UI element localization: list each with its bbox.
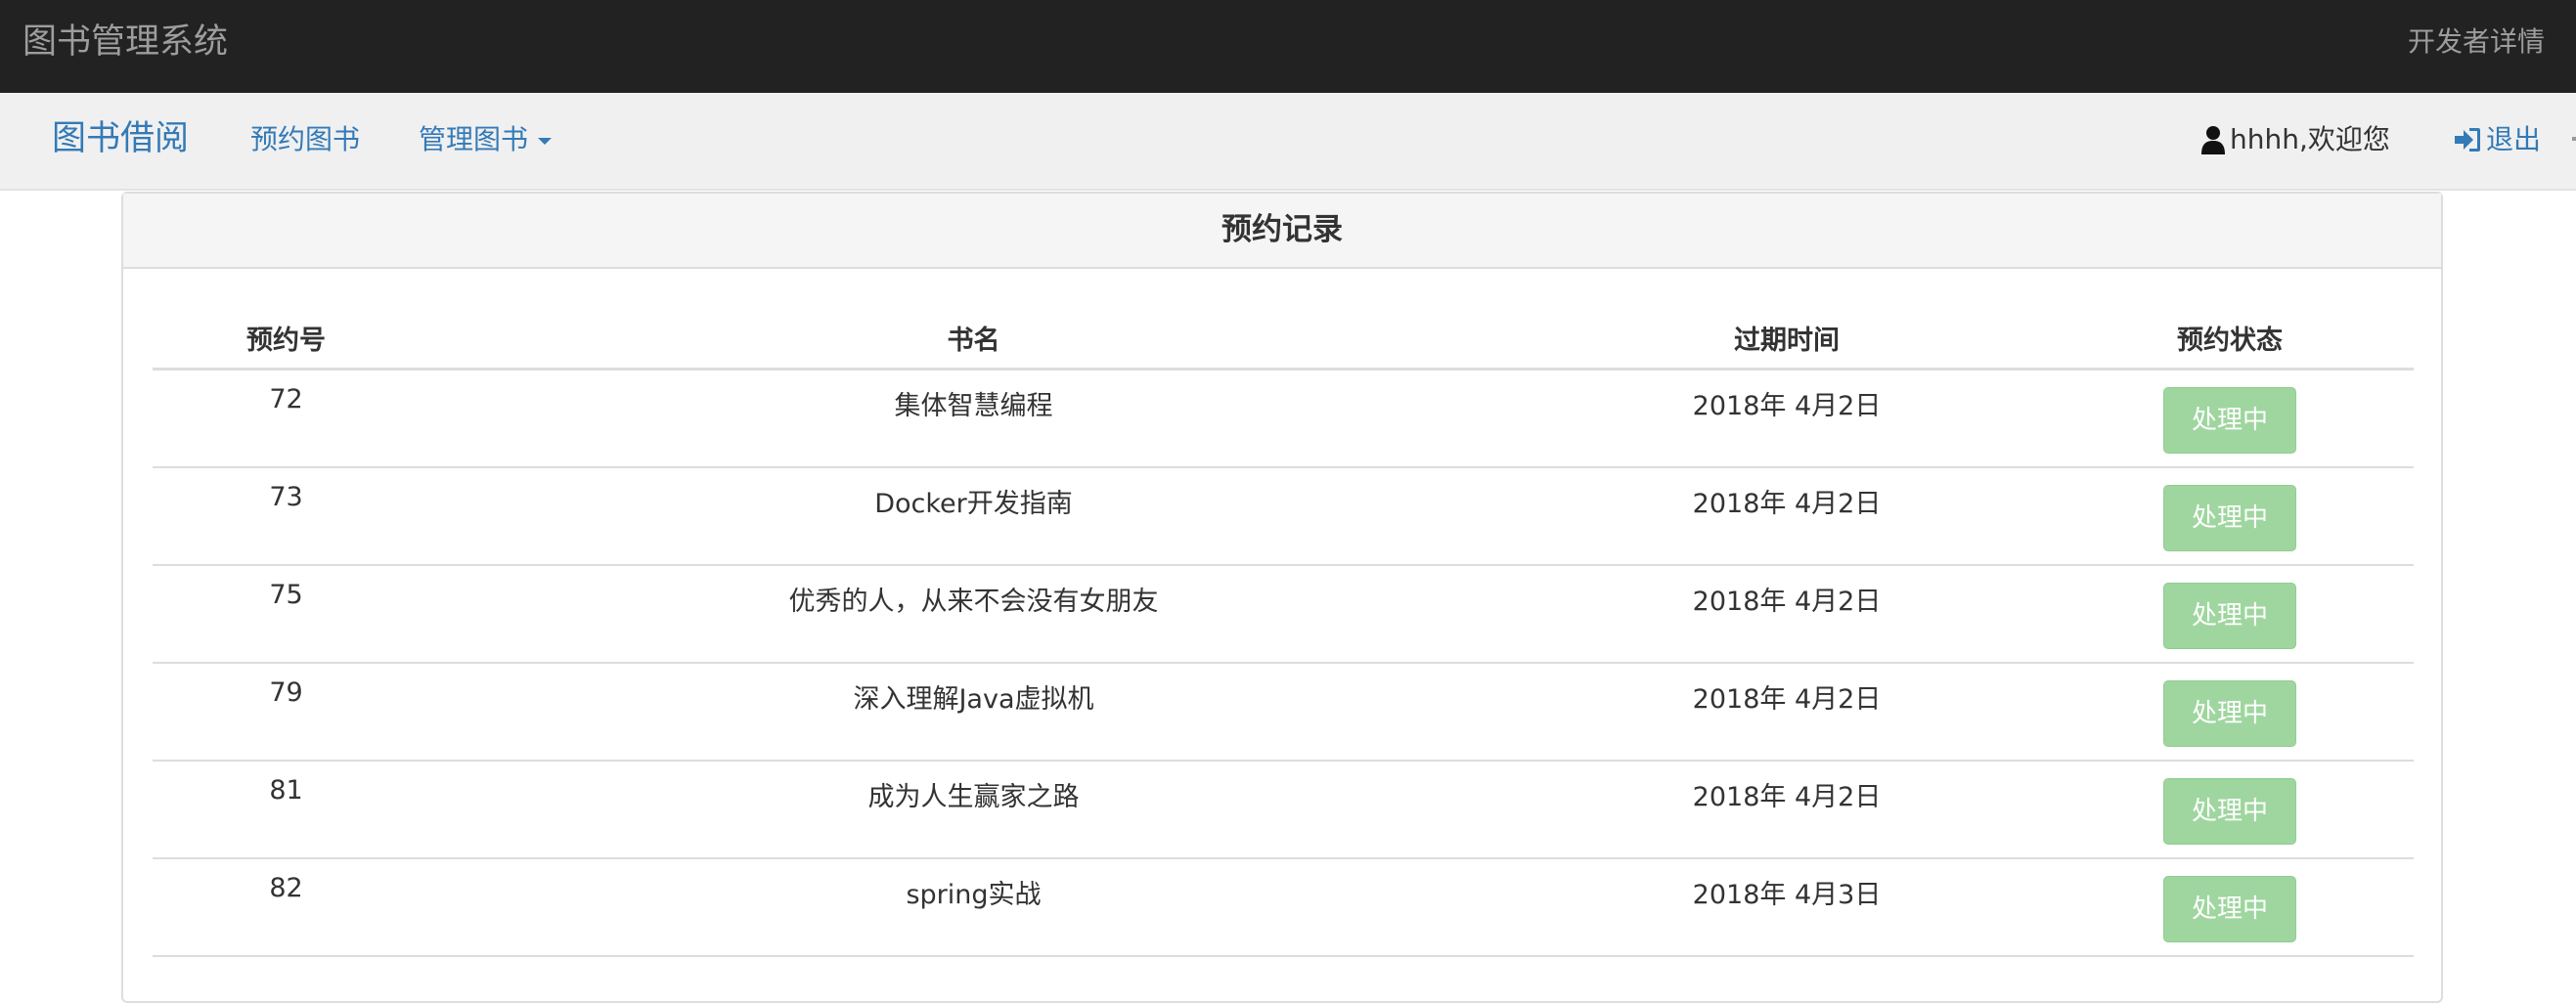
logout-link[interactable]: 退出 <box>2453 121 2541 158</box>
nav-home-link[interactable]: 图书借阅 <box>52 116 189 161</box>
status-processing-button[interactable]: 处理中 <box>2163 777 2296 845</box>
nav-manage-books-label: 管理图书 <box>419 123 529 155</box>
reservation-records-panel: 预约记录 预约号 书名 过期时间 预约状态 72 集体智慧编程 2018年 4月… <box>121 192 2443 1003</box>
user-greeting[interactable]: hhhh,欢迎您 <box>2200 121 2390 158</box>
status-processing-button[interactable]: 处理中 <box>2163 875 2296 942</box>
cell-expire-date: 2018年 4月3日 <box>1528 857 2046 957</box>
table-row: 81 成为人生赢家之路 2018年 4月2日 处理中 <box>153 760 2414 859</box>
cell-status: 处理中 <box>2046 662 2414 762</box>
main-navbar: 图书借阅 预约图书 管理图书 hhhh,欢迎您 退出 <box>0 93 2576 191</box>
cell-reservation-id: 73 <box>153 466 420 566</box>
table-row: 82 spring实战 2018年 4月3日 处理中 <box>153 857 2414 957</box>
status-processing-button[interactable]: 处理中 <box>2163 387 2296 454</box>
cell-book-title: spring实战 <box>420 857 1528 957</box>
cell-expire-date: 2018年 4月2日 <box>1528 760 2046 859</box>
caret-down-icon <box>538 137 553 145</box>
table-row: 75 优秀的人，从来不会没有女朋友 2018年 4月2日 处理中 <box>153 564 2414 664</box>
table-row: 73 Docker开发指南 2018年 4月2日 处理中 <box>153 466 2414 566</box>
cell-reservation-id: 75 <box>153 564 420 664</box>
column-header-title: 书名 <box>420 307 1528 371</box>
developer-details-link[interactable]: 开发者详情 <box>2408 23 2545 61</box>
cell-book-title: Docker开发指南 <box>420 466 1528 566</box>
cell-status: 处理中 <box>2046 564 2414 664</box>
cell-expire-date: 2018年 4月2日 <box>1528 369 2046 468</box>
column-header-status: 预约状态 <box>2046 307 2414 371</box>
column-header-id: 预约号 <box>153 307 420 371</box>
user-greeting-text: hhhh,欢迎您 <box>2230 123 2390 155</box>
cell-reservation-id: 79 <box>153 662 420 762</box>
reservation-table: 预约号 书名 过期时间 预约状态 72 集体智慧编程 2018年 4月2日 处理… <box>153 307 2414 957</box>
cell-book-title: 成为人生赢家之路 <box>420 760 1528 859</box>
cell-expire-date: 2018年 4月2日 <box>1528 466 2046 566</box>
user-icon <box>2201 126 2225 154</box>
table-header-row: 预约号 书名 过期时间 预约状态 <box>153 307 2414 371</box>
cell-reservation-id: 72 <box>153 369 420 468</box>
cell-expire-date: 2018年 4月2日 <box>1528 564 2046 664</box>
status-processing-button[interactable]: 处理中 <box>2163 484 2296 551</box>
nav-manage-books-dropdown[interactable]: 管理图书 <box>419 121 553 158</box>
cell-status: 处理中 <box>2046 466 2414 566</box>
column-header-expire: 过期时间 <box>1528 307 2046 371</box>
cell-book-title: 深入理解Java虚拟机 <box>420 662 1528 762</box>
table-row: 72 集体智慧编程 2018年 4月2日 处理中 <box>153 369 2414 468</box>
status-processing-button[interactable]: 处理中 <box>2163 679 2296 747</box>
table-row: 79 深入理解Java虚拟机 2018年 4月2日 处理中 <box>153 662 2414 762</box>
cell-status: 处理中 <box>2046 857 2414 957</box>
cell-status: 处理中 <box>2046 369 2414 468</box>
top-navbar: 图书管理系统 开发者详情 <box>0 0 2576 93</box>
cell-book-title: 集体智慧编程 <box>420 369 1528 468</box>
cell-expire-date: 2018年 4月2日 <box>1528 662 2046 762</box>
logout-label: 退出 <box>2486 123 2542 155</box>
panel-title: 预约记录 <box>123 194 2441 269</box>
cell-book-title: 优秀的人，从来不会没有女朋友 <box>420 564 1528 664</box>
cell-status: 处理中 <box>2046 760 2414 859</box>
scroll-edge-marker <box>2572 137 2576 141</box>
cell-reservation-id: 82 <box>153 857 420 957</box>
cell-reservation-id: 81 <box>153 760 420 859</box>
logout-icon <box>2455 128 2480 152</box>
status-processing-button[interactable]: 处理中 <box>2163 582 2296 649</box>
nav-reserve-books-link[interactable]: 预约图书 <box>250 121 360 158</box>
app-title[interactable]: 图书管理系统 <box>22 21 228 64</box>
